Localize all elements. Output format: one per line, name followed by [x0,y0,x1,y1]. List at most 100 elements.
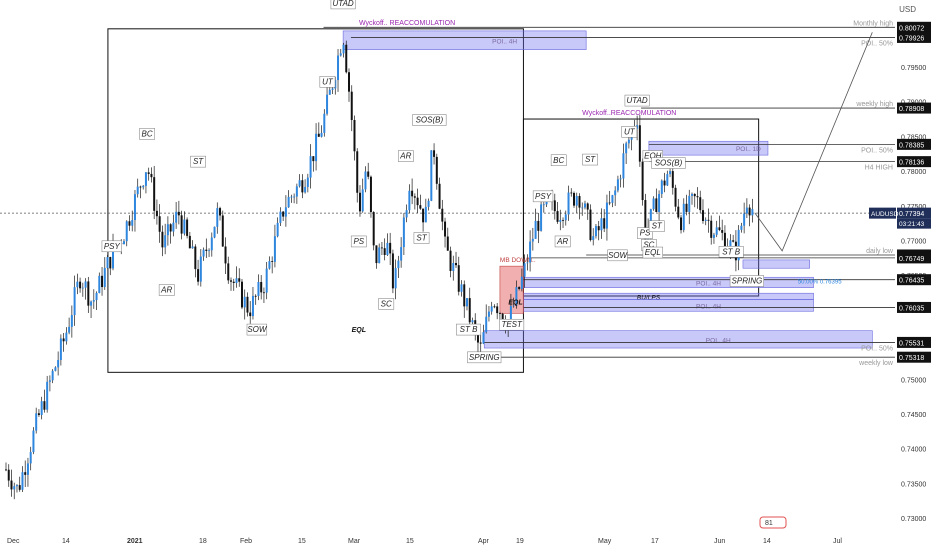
candle-body [748,207,751,216]
wyckoff-label: EQL [645,248,661,257]
candle-body [704,219,707,222]
candle-body [573,192,576,206]
candle-body [710,220,713,238]
candle-body [265,268,268,293]
candle-body [169,224,172,232]
candle-body [411,190,414,197]
date-tick: Dec [7,538,20,545]
candle-body [262,292,265,294]
candle-body [133,194,136,221]
candle-body [183,219,186,234]
candle-body [254,295,257,297]
candle-body [131,220,134,226]
candle-body [701,210,704,222]
poi-zone [483,330,873,349]
candle-body [496,306,499,314]
level-label: weekly high [855,101,893,108]
candle-body [619,178,622,180]
candle-body [306,177,309,187]
price-tick: 0.79500 [901,65,926,72]
candle-body [669,171,672,175]
candle-body [122,241,125,245]
candle-body [638,125,641,162]
candle-body [235,278,238,283]
candle-body [353,120,356,152]
wyckoff-label: AR [160,286,172,295]
badge-box[interactable] [759,516,787,529]
zone-label: POI.. 4H [706,337,731,344]
candle-body [328,89,331,95]
candle-body [260,282,263,293]
candle-body [249,312,252,317]
candle-body [101,275,104,288]
level-label: daily low [866,248,894,255]
candle-body [87,281,90,306]
candle-body [380,247,383,249]
candle-body [553,200,556,212]
candle-body [345,44,348,73]
level-label: Monthly high [853,20,893,27]
wyckoff-label: PSY [535,192,552,201]
chart-svg: Wyckoff.. REACCOMULATION Wyckoff..REACCOM… [0,0,931,545]
chart-canvas[interactable]: Wyckoff.. REACCOMULATION Wyckoff..REACCOM… [0,0,932,550]
candle-body [627,139,630,144]
candle-body [419,205,422,209]
candle-body [485,316,488,333]
candle-body [490,306,493,312]
candle-body [348,72,350,92]
candle-body [92,300,95,302]
price-tag-label: 0.77394 [899,211,924,218]
date-tick: Jul [833,538,842,545]
candle-body [232,281,235,283]
candle-body [389,242,392,254]
candle-body [312,156,315,162]
candle-body [677,206,680,218]
candle-body [227,263,230,281]
candle-body [575,196,578,206]
currency-label: USD [899,5,916,14]
candle-body [534,220,537,239]
date-tick: 14 [62,538,70,545]
candle-body [567,192,570,215]
candle-body [446,236,449,251]
candle-body [498,313,501,314]
date-tick: 15 [406,538,414,545]
candle-body [537,220,540,231]
wyckoff-label: ST [652,222,663,231]
candle-body [287,196,290,208]
candle-body [641,161,644,201]
candle-body [666,174,669,186]
price-tick: 0.74500 [901,412,926,419]
candle-body [424,206,427,223]
price-tag-label: 0.79926 [899,35,924,42]
badge-label: 81 [765,520,773,527]
candle-body [562,219,565,221]
candle-body [48,380,51,382]
candle-body [523,263,526,277]
candle-body [15,485,18,487]
candle-body [592,236,595,241]
candle-body [342,44,345,54]
candle-body [13,486,16,490]
candle-body [463,284,466,307]
candle-body [317,133,320,137]
date-tick: Feb [240,538,252,545]
candle-body [526,262,529,264]
candle-body [147,172,150,174]
candle-body [707,219,710,221]
date-tick: 17 [651,538,659,545]
zone-label: POI.. 1D [736,146,761,153]
candle-body [460,284,463,292]
candle-body [369,176,372,213]
level-label: weekly low [858,360,894,367]
candle-body [405,210,408,218]
candle-body [556,211,559,222]
candle-body [682,203,685,231]
candle-body [364,171,367,190]
candle-body [213,226,216,238]
candle-body [158,216,161,232]
candle-body [18,485,21,490]
candle-body [721,230,724,233]
candle-body [150,173,153,178]
candle-body [570,192,573,194]
